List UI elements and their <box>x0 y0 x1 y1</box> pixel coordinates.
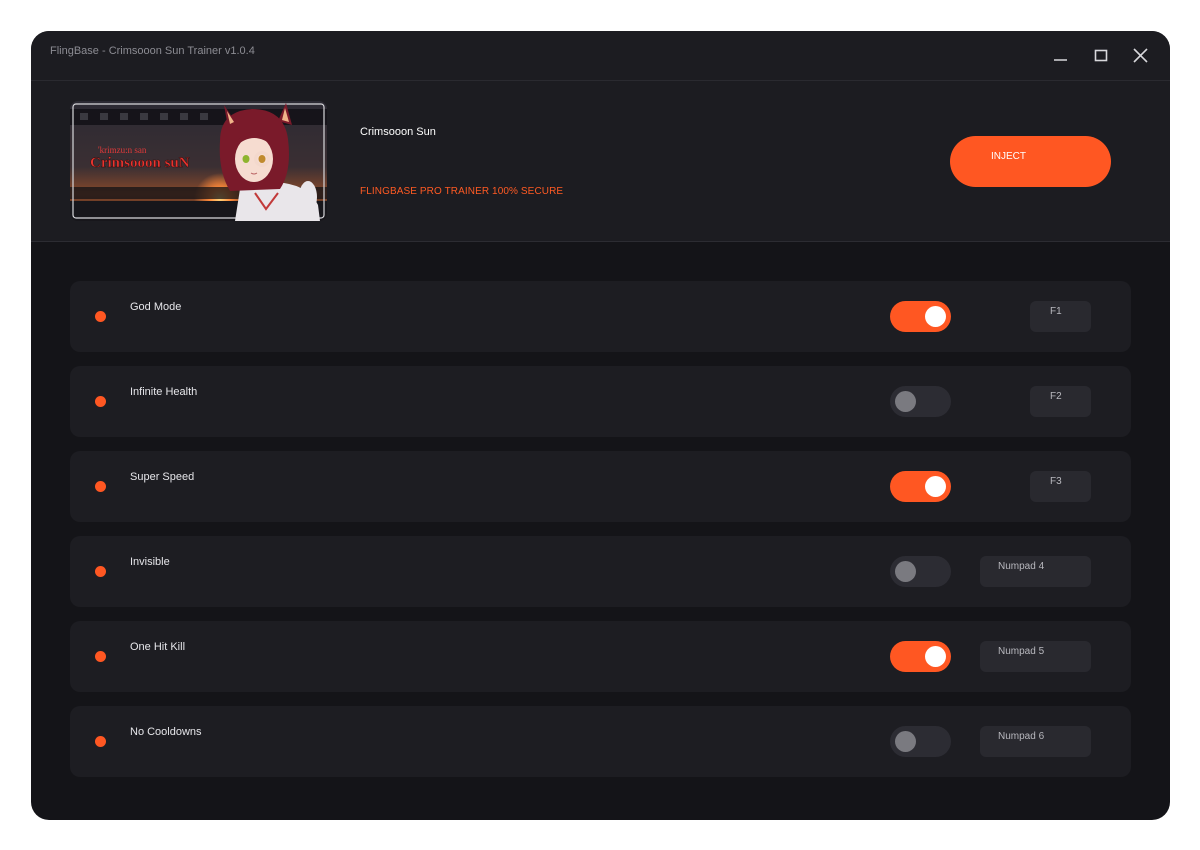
cheat-name: No Cooldowns <box>130 726 202 738</box>
cheat-name: One Hit Kill <box>130 641 186 653</box>
window-title: FlingBase - Crimsooon Sun Trainer v1.0.4 <box>50 45 255 57</box>
cheat-toggle[interactable] <box>890 641 951 672</box>
cheat-row: God Mode F1 <box>70 281 1131 352</box>
game-header: 'krimzu:n san Crimsooon suN Crimsooon Su… <box>31 81 1170 242</box>
hotkey-button[interactable]: F1 <box>1030 301 1091 332</box>
close-icon[interactable] <box>1130 45 1152 67</box>
minimize-icon[interactable] <box>1050 45 1072 67</box>
hotkey-label: F2 <box>1050 391 1062 402</box>
status-dot-icon <box>95 311 106 322</box>
cheat-toggle[interactable] <box>890 301 951 332</box>
toggle-knob <box>895 391 916 412</box>
hotkey-label: Numpad 4 <box>998 561 1045 572</box>
status-dot-icon <box>95 736 106 747</box>
hotkey-button[interactable]: F2 <box>1030 386 1091 417</box>
toggle-knob <box>895 561 916 582</box>
status-dot-icon <box>95 566 106 577</box>
cheat-toggle[interactable] <box>890 471 951 502</box>
status-dot-icon <box>95 396 106 407</box>
cheat-row: One Hit Kill Numpad 5 <box>70 621 1131 692</box>
cheat-name: Super Speed <box>130 471 195 483</box>
banner-logo-main: Crimsooon suN <box>90 155 190 171</box>
toggle-knob <box>925 306 946 327</box>
toggle-knob <box>895 731 916 752</box>
inject-button[interactable]: INJECT <box>950 136 1111 187</box>
cheat-row: Super Speed F3 <box>70 451 1131 522</box>
hotkey-label: F1 <box>1050 306 1062 317</box>
banner-logo-top: 'krimzu:n san <box>98 145 147 155</box>
game-banner-image: 'krimzu:n san Crimsooon suN <box>70 101 327 221</box>
cheat-name: Infinite Health <box>130 386 198 398</box>
hotkey-label: F3 <box>1050 476 1062 487</box>
game-title: Crimsooon Sun <box>360 126 436 138</box>
cheat-row: Invisible Numpad 4 <box>70 536 1131 607</box>
trainer-subtitle: FLINGBASE PRO TRAINER 100% SECURE <box>360 186 564 197</box>
toggle-knob <box>925 476 946 497</box>
cheat-row: No Cooldowns Numpad 6 <box>70 706 1131 777</box>
inject-button-label: INJECT <box>991 151 1026 162</box>
hotkey-button[interactable]: Numpad 5 <box>980 641 1091 672</box>
cheat-toggle[interactable] <box>890 556 951 587</box>
cheat-toggle[interactable] <box>890 386 951 417</box>
hotkey-button[interactable]: Numpad 4 <box>980 556 1091 587</box>
cheat-toggle[interactable] <box>890 726 951 757</box>
status-dot-icon <box>95 481 106 492</box>
cheat-name: God Mode <box>130 301 182 313</box>
cheat-name: Invisible <box>130 556 170 568</box>
hotkey-button[interactable]: Numpad 6 <box>980 726 1091 757</box>
trainer-window: FlingBase - Crimsooon Sun Trainer v1.0.4 <box>31 31 1170 820</box>
hotkey-button[interactable]: F3 <box>1030 471 1091 502</box>
title-bar[interactable]: FlingBase - Crimsooon Sun Trainer v1.0.4 <box>31 31 1170 81</box>
cheat-row: Infinite Health F2 <box>70 366 1131 437</box>
hotkey-label: Numpad 5 <box>998 646 1045 657</box>
status-dot-icon <box>95 651 106 662</box>
toggle-knob <box>925 646 946 667</box>
maximize-icon[interactable] <box>1090 45 1112 67</box>
hotkey-label: Numpad 6 <box>998 731 1045 742</box>
